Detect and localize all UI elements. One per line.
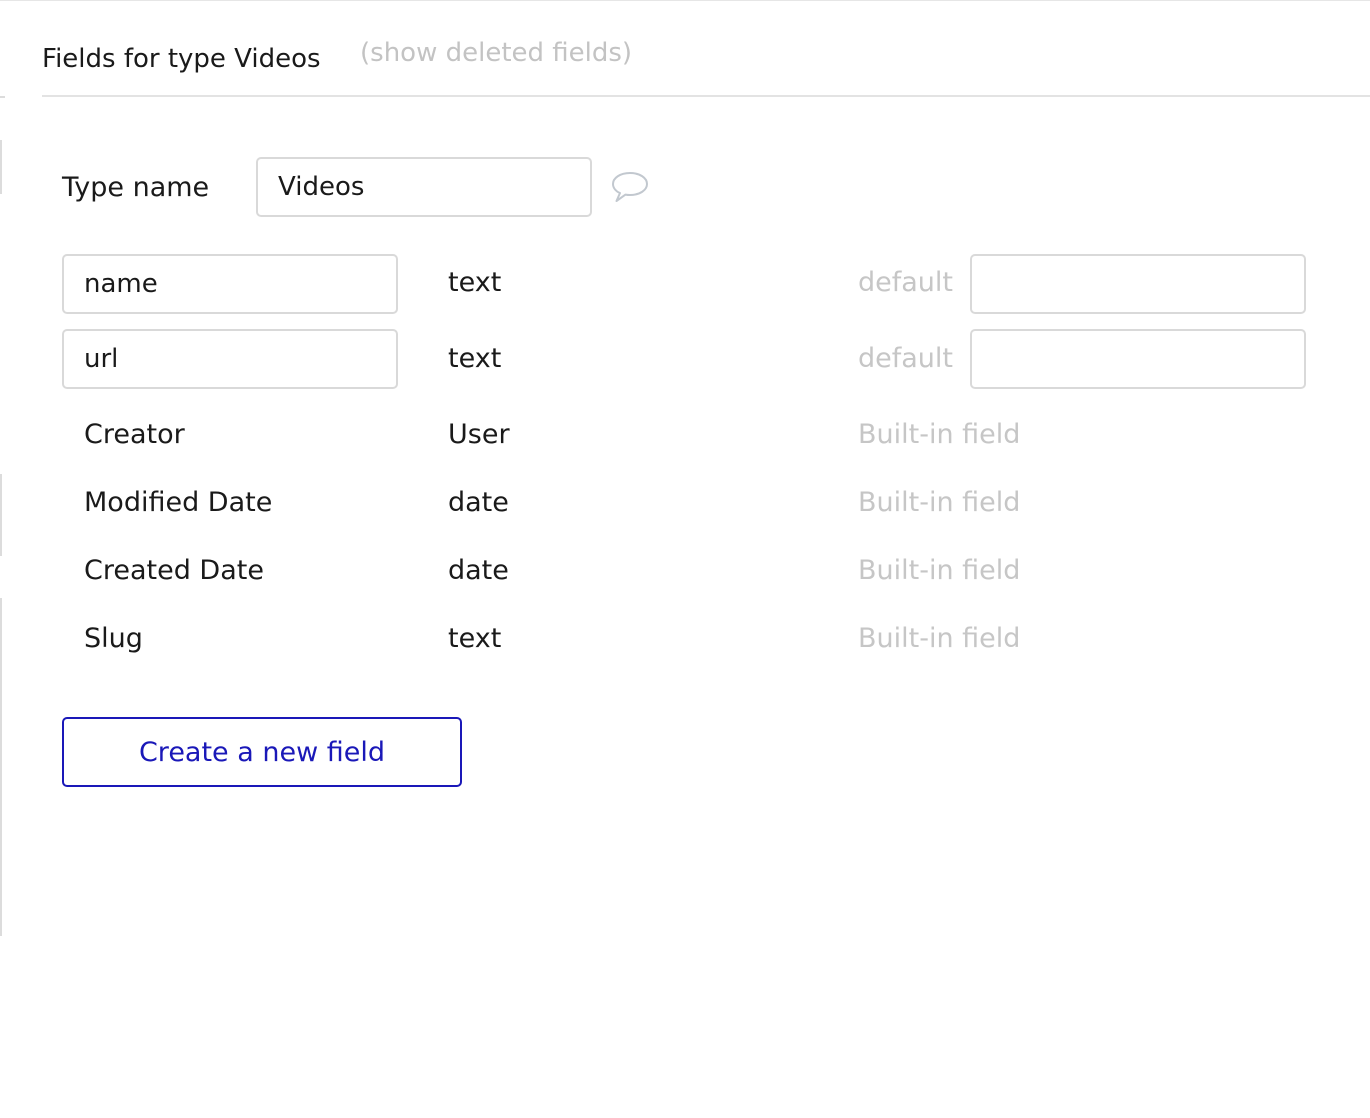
default-value-input[interactable] (970, 254, 1306, 314)
page-title: Fields for type Videos (42, 44, 321, 74)
field-name-input[interactable] (62, 254, 398, 314)
top-border (0, 0, 1370, 1)
type-name-label: Type name (62, 172, 210, 203)
builtin-field-name: Modified Date (84, 487, 273, 518)
builtin-field-note: Built-in field (858, 487, 1021, 518)
builtin-field-name: Creator (84, 419, 185, 450)
speech-bubble-icon[interactable] (610, 170, 650, 204)
field-name-input[interactable] (62, 329, 398, 389)
header-divider (42, 95, 1370, 97)
builtin-field-note: Built-in field (858, 419, 1021, 450)
create-new-field-button[interactable]: Create a new field (62, 717, 462, 787)
builtin-field-type: date (448, 555, 509, 586)
left-edge-marker (0, 474, 2, 556)
type-name-input[interactable] (256, 157, 592, 217)
left-edge-marker (0, 598, 2, 936)
default-label: default (858, 267, 954, 298)
builtin-field-note: Built-in field (858, 555, 1021, 586)
builtin-field-type: text (448, 623, 502, 654)
field-type[interactable]: text (448, 267, 501, 298)
builtin-field-type: date (448, 487, 509, 518)
builtin-field-name: Created Date (84, 555, 264, 586)
left-edge-marker (0, 96, 5, 98)
field-type[interactable]: text (448, 343, 501, 374)
default-label: default (858, 343, 954, 374)
left-edge-marker (0, 140, 2, 194)
builtin-field-name: Slug (84, 623, 143, 654)
builtin-field-type: User (448, 419, 510, 450)
default-value-input[interactable] (970, 329, 1306, 389)
builtin-field-note: Built-in field (858, 623, 1021, 654)
show-deleted-fields-link[interactable]: (show deleted fields) (360, 38, 632, 68)
